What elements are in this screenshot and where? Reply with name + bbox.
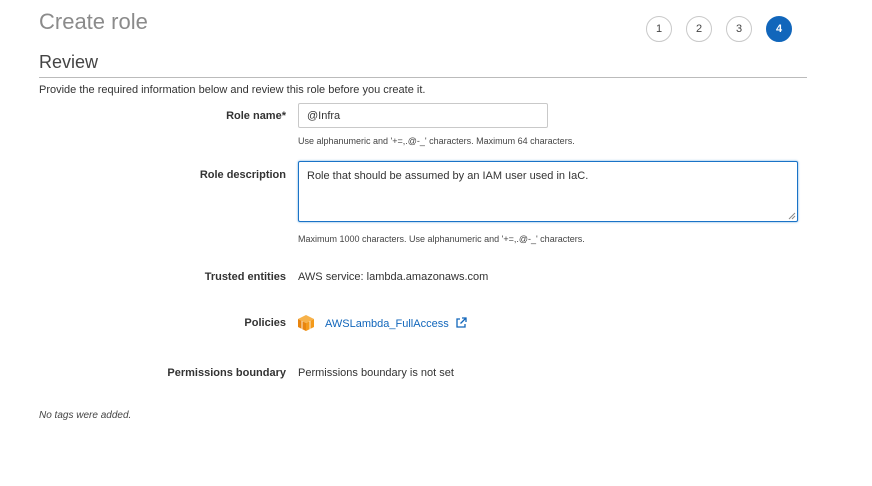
role-description-textarea[interactable]: Role that should be assumed by an IAM us…	[298, 161, 798, 222]
permissions-boundary-label: Permissions boundary	[167, 367, 286, 379]
trusted-entities-value: AWS service: lambda.amazonaws.com	[298, 271, 489, 283]
role-name-label: Role name*	[226, 110, 286, 122]
policy-link[interactable]: AWSLambda_FullAccess	[325, 318, 449, 330]
role-name-input[interactable]	[298, 103, 548, 128]
permissions-boundary-value: Permissions boundary is not set	[298, 367, 454, 379]
role-name-hint: Use alphanumeric and '+=,.@-_' character…	[298, 136, 575, 146]
policies-label: Policies	[244, 317, 286, 329]
resize-grip-icon[interactable]	[788, 212, 796, 220]
section-title: Review	[39, 52, 99, 72]
role-description-label: Role description	[199, 169, 286, 181]
page-title: Create role	[39, 9, 148, 34]
step-3[interactable]: 3	[726, 16, 752, 42]
step-4-current[interactable]: 4	[766, 16, 792, 42]
aws-policy-cube-icon	[298, 315, 314, 331]
external-link-icon[interactable]	[455, 317, 467, 329]
step-1[interactable]: 1	[646, 16, 672, 42]
section-intro: Provide the required information below a…	[39, 84, 426, 96]
trusted-entities-label: Trusted entities	[204, 271, 286, 283]
wizard-steps: 1 2 3 4	[646, 16, 792, 42]
role-description-text: Role that should be assumed by an IAM us…	[307, 170, 589, 182]
section-divider	[39, 77, 807, 78]
tags-note: No tags were added.	[39, 410, 132, 421]
step-2[interactable]: 2	[686, 16, 712, 42]
role-description-hint: Maximum 1000 characters. Use alphanumeri…	[298, 234, 585, 244]
